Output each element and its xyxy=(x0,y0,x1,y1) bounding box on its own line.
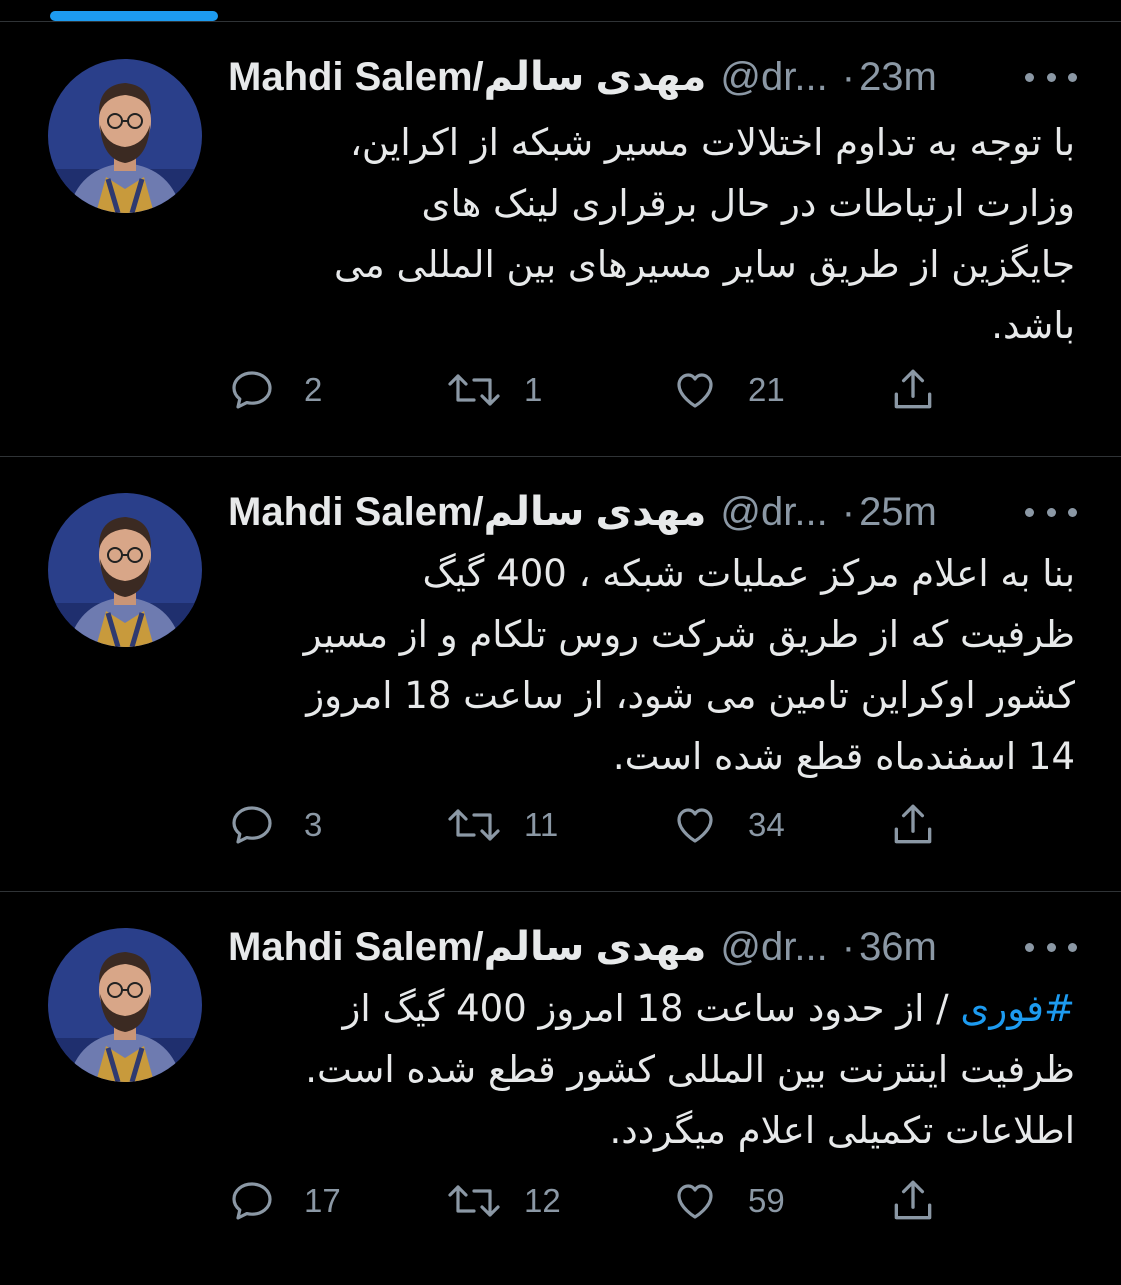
author-handle[interactable]: @dr... xyxy=(720,925,827,970)
avatar[interactable] xyxy=(48,493,202,647)
like-button[interactable]: 59 xyxy=(670,1173,785,1229)
retweet-button[interactable]: 11 xyxy=(446,797,558,853)
profile-photo xyxy=(48,493,202,647)
author-name[interactable]: Mahdi Salem/مهدی سالم xyxy=(228,54,706,100)
tweet-text-line: کشور اوکراین تامین می شود، از ساعت 18 ام… xyxy=(306,674,1075,717)
reply-icon xyxy=(232,1182,272,1220)
more-options-icon[interactable] xyxy=(1025,54,1077,100)
tweet-text-line: ظرفیت که از طریق شرکت روس تلکام و از مسی… xyxy=(303,613,1075,656)
tweet-text-line: اطلاعات تکمیلی اعلام میگردد. xyxy=(609,1109,1075,1152)
like-button[interactable]: 21 xyxy=(670,362,785,418)
retweet-icon xyxy=(448,374,500,406)
share-button[interactable] xyxy=(888,1173,938,1229)
heart-icon xyxy=(677,373,713,408)
like-button[interactable]: 34 xyxy=(670,797,785,853)
reply-icon xyxy=(232,806,272,844)
tweet-text-segment: / از حدود ساعت 18 امروز 400 گیگ از xyxy=(342,987,961,1030)
tweet-text-line: با توجه به تداوم اختلالات مسیر شبکه از ا… xyxy=(349,121,1075,164)
retweet-icon xyxy=(448,1185,500,1217)
heart-icon xyxy=(677,1184,713,1219)
tweet-text-line: 14 اسفندماه قطع شده است. xyxy=(612,735,1075,778)
tweet-header: Mahdi Salem/مهدی سالم @dr... · 25m xyxy=(228,489,1077,535)
author-handle[interactable]: @dr... xyxy=(720,490,827,535)
reply-button[interactable]: 3 xyxy=(228,797,322,853)
reply-button[interactable]: 2 xyxy=(228,362,322,418)
tweet-actions: 17 12 59 xyxy=(228,1173,948,1229)
separator-dot: · xyxy=(841,924,856,969)
tweet-text: بنا به اعلام مرکز عملیات شبکه ، 400 گیگ … xyxy=(228,543,1075,787)
reply-icon xyxy=(232,371,272,409)
retweet-button[interactable]: 1 xyxy=(446,362,542,418)
like-count: 34 xyxy=(748,806,785,843)
retweet-count: 1 xyxy=(524,371,543,408)
tweet[interactable]: Mahdi Salem/مهدی سالم @dr... · 25m بنا ب… xyxy=(0,457,1121,892)
profile-photo xyxy=(48,59,202,213)
share-icon xyxy=(894,1180,932,1220)
reply-count: 2 xyxy=(304,371,323,408)
heart-icon xyxy=(677,808,713,843)
profile-photo xyxy=(48,928,202,1082)
share-icon xyxy=(894,804,932,844)
reply-button[interactable]: 17 xyxy=(228,1173,341,1229)
author-name[interactable]: Mahdi Salem/مهدی سالم xyxy=(228,489,706,535)
tweet[interactable]: Mahdi Salem/مهدی سالم @dr... · 36m #فوری… xyxy=(0,892,1121,1285)
share-button[interactable] xyxy=(888,797,938,853)
author-name[interactable]: Mahdi Salem/مهدی سالم xyxy=(228,924,706,970)
retweet-count: 12 xyxy=(524,1182,561,1219)
hashtag-link[interactable]: #فوری xyxy=(960,987,1075,1030)
author-handle[interactable]: @dr... xyxy=(720,55,827,100)
tweet-text-line: باشد. xyxy=(991,304,1075,347)
tweet-text-line: جایگزین از طریق سایر مسیرهای بین المللی … xyxy=(334,243,1075,286)
tweet-text-line: وزارت ارتباطات در حال برقراری لینک های xyxy=(421,182,1075,225)
tweet-text-line: بنا به اعلام مرکز عملیات شبکه ، 400 گیگ xyxy=(422,552,1075,595)
avatar[interactable] xyxy=(48,59,202,213)
separator-dot: · xyxy=(841,54,856,99)
share-button[interactable] xyxy=(888,362,938,418)
tweet[interactable]: Mahdi Salem/مهدی سالم @dr... · 23m با تو… xyxy=(0,22,1121,457)
tweet-text: با توجه به تداوم اختلالات مسیر شبکه از ا… xyxy=(228,112,1075,356)
tweet-actions: 2 1 21 xyxy=(228,362,948,418)
retweet-count: 11 xyxy=(524,806,559,843)
retweet-button[interactable]: 12 xyxy=(446,1173,561,1229)
share-icon xyxy=(894,369,932,409)
separator-dot: · xyxy=(841,489,856,534)
tweet-text: #فوری / از حدود ساعت 18 امروز 400 گیگ از… xyxy=(228,978,1075,1161)
more-options-icon[interactable] xyxy=(1025,924,1077,970)
reply-count: 17 xyxy=(304,1182,341,1219)
tweet-text-line: ظرفیت اینترنت بین المللی کشور قطع شده اس… xyxy=(305,1048,1075,1091)
more-options-icon[interactable] xyxy=(1025,489,1077,535)
tweet-header: Mahdi Salem/مهدی سالم @dr... · 36m xyxy=(228,924,1077,970)
tweet-header: Mahdi Salem/مهدی سالم @dr... · 23m xyxy=(228,54,1077,100)
like-count: 59 xyxy=(748,1182,785,1219)
like-count: 21 xyxy=(748,371,785,408)
tweet-text-line: #فوری / از حدود ساعت 18 امروز 400 گیگ از xyxy=(228,978,1075,1039)
avatar[interactable] xyxy=(48,928,202,1082)
timestamp[interactable]: 23m xyxy=(859,55,937,100)
timestamp[interactable]: 36m xyxy=(859,925,937,970)
retweet-icon xyxy=(448,809,500,841)
tab-active-indicator xyxy=(50,11,218,21)
timestamp[interactable]: 25m xyxy=(859,490,937,535)
tweet-actions: 3 11 34 xyxy=(228,797,948,853)
reply-count: 3 xyxy=(304,806,323,843)
